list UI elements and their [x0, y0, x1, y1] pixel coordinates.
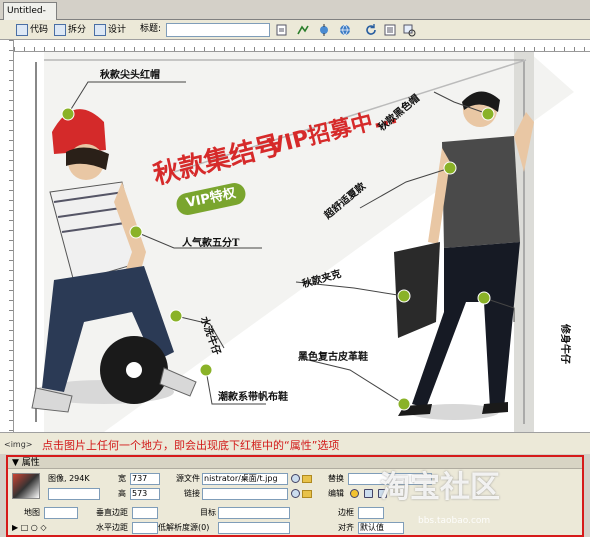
globe-icon[interactable] [338, 23, 352, 37]
visual-aids-icon[interactable] [402, 23, 416, 37]
design-view-button[interactable]: 设计 [92, 22, 129, 37]
banner-image[interactable] [14, 52, 590, 432]
edit-image-icon[interactable] [350, 489, 359, 498]
align-select[interactable]: 默认值 [358, 522, 404, 534]
split-view-icon [54, 24, 66, 36]
image-name-field[interactable] [48, 488, 100, 500]
hspace-field[interactable] [132, 522, 158, 534]
callout-slim-jeans: 修身牛仔 [559, 324, 570, 364]
height-label: 高 [118, 489, 126, 498]
src-field[interactable]: nistrator/桌面/t.jpg [202, 473, 288, 485]
target-label: 目标 [200, 508, 216, 517]
preview-browser-icon[interactable] [296, 23, 310, 37]
image-thumbnail [12, 473, 40, 499]
collapse-triangle-icon: ▼ [12, 458, 22, 468]
code-view-icon [16, 24, 28, 36]
link-field[interactable] [202, 488, 288, 500]
title-input[interactable] [166, 23, 270, 37]
title-label: 标题: [140, 24, 162, 34]
instruction-annotation: 点击图片上任何一个地方，即会出现底下红框中的“属性”选项 [42, 439, 340, 452]
document-tab[interactable]: Untitled-1* [3, 2, 57, 32]
document-tab-bar: Untitled-1* [0, 0, 590, 32]
alt-label: 替换 [328, 474, 344, 483]
horizontal-ruler [14, 40, 590, 52]
lowsrc-field[interactable] [218, 522, 290, 534]
design-canvas[interactable]: 秋款集结号 VIP招募中... VIP特权 秋款尖头红帽 人气款五分T 水洗牛仔… [14, 52, 590, 432]
refresh-icon[interactable] [364, 23, 378, 37]
browse-folder-icon[interactable] [302, 475, 312, 483]
debug-browser-icon[interactable] [317, 23, 331, 37]
tag-selector[interactable]: <img> [4, 440, 33, 449]
src-label: 源文件 [176, 474, 200, 483]
vspace-field[interactable] [132, 507, 158, 519]
callout-leather-shoes: 黑色复古皮革鞋 [298, 352, 368, 363]
edit-label: 编辑 [328, 489, 344, 498]
point-to-file-icon[interactable] [291, 474, 300, 483]
callout-half-sleeve: 人气款五分T [182, 238, 240, 249]
border-label: 边框 [338, 508, 354, 517]
watermark-text: 淘宝社区 [380, 470, 500, 505]
callout-canvas-shoes: 潮款系带帆布鞋 [218, 392, 288, 403]
border-field[interactable] [358, 507, 384, 519]
watermark-url: bbs.taobao.com [418, 516, 491, 526]
optimize-image-icon[interactable] [364, 489, 373, 498]
view-options-icon[interactable] [383, 23, 397, 37]
height-field[interactable]: 573 [130, 488, 160, 500]
map-label: 地图 [24, 508, 40, 517]
split-view-button[interactable]: 拆分 [52, 22, 89, 37]
point-to-link-icon[interactable] [291, 489, 300, 498]
document-toolbar: 代码 拆分 设计 标题: [0, 20, 590, 40]
image-type-label: 图像, 294K [48, 474, 90, 483]
hotspot-tools-icon[interactable]: ▶ □ ○ ◇ [12, 522, 46, 534]
target-select[interactable] [218, 507, 290, 519]
callout-hat: 秋款尖头红帽 [100, 70, 160, 81]
align-label: 对齐 [338, 523, 354, 532]
width-label: 宽 [118, 474, 126, 483]
hspace-label: 水平边距 [96, 523, 128, 532]
vertical-ruler [0, 40, 14, 432]
status-bar: <img> 点击图片上任何一个地方，即会出现底下红框中的“属性”选项 [0, 432, 590, 454]
file-management-icon[interactable] [275, 23, 289, 37]
browse-link-folder-icon[interactable] [302, 490, 312, 498]
width-field[interactable]: 737 [130, 473, 160, 485]
design-view-icon [94, 24, 106, 36]
link-label: 链接 [184, 489, 200, 498]
lowsrc-label: 低解析度源(0) [158, 523, 210, 532]
code-view-button[interactable]: 代码 [14, 22, 51, 37]
map-field[interactable] [44, 507, 78, 519]
vspace-label: 垂直边距 [96, 508, 128, 517]
